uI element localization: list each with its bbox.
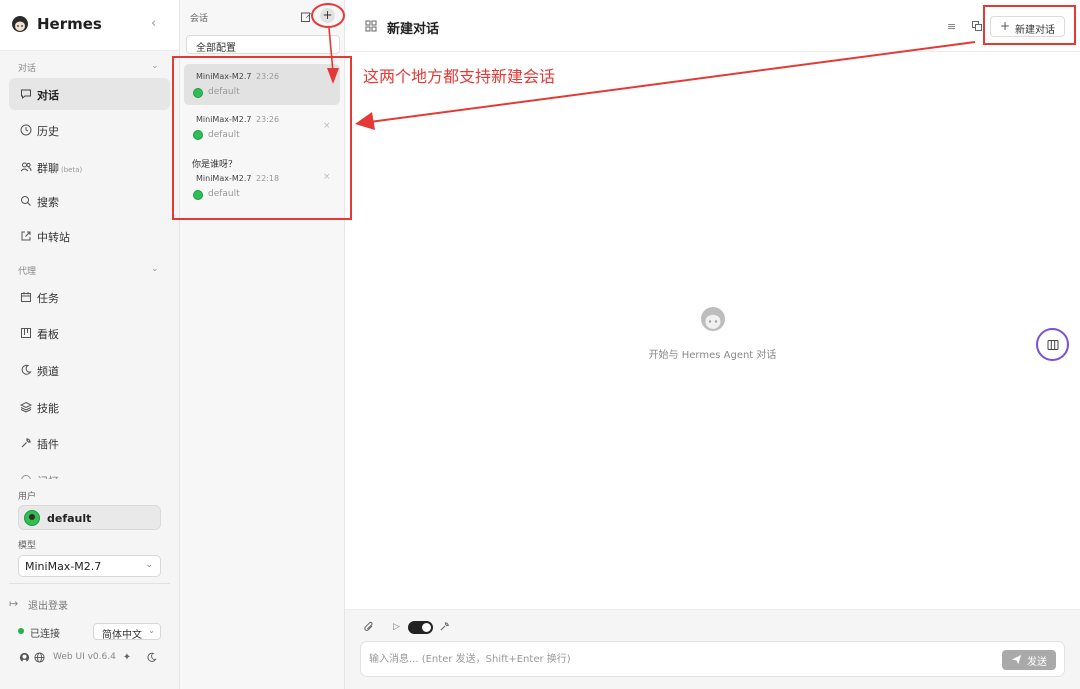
sidebar-item-label: 看板	[37, 328, 59, 341]
sidebar-item-chat[interactable]: 对话	[9, 78, 170, 110]
sidebar-item-label: 插件	[37, 438, 59, 451]
chat-bubble-icon	[19, 87, 33, 101]
version-label: Web UI v0.6.4	[53, 652, 116, 662]
search-icon	[19, 194, 33, 208]
brand-title: Hermes	[37, 15, 102, 33]
message-input-box: 发送	[360, 641, 1065, 677]
sidebar-item-skills[interactable]: 技能	[9, 391, 170, 423]
section-label-chat: 对话	[18, 64, 37, 74]
calendar-icon	[19, 290, 33, 304]
copy-icon[interactable]	[971, 20, 983, 32]
sidebar-item-label-wrap: 群聊 (beta)	[37, 160, 82, 176]
moon-icon	[19, 363, 33, 377]
language-select-value: 简体中文	[102, 630, 142, 641]
sessions-title: 会话	[190, 14, 209, 24]
beta-tag: (beta)	[61, 166, 83, 174]
annotation-box-session-list	[172, 56, 352, 220]
profile-filter-value: 全部配置	[196, 43, 236, 54]
kanban-icon	[19, 326, 33, 340]
divider	[9, 583, 170, 584]
users-icon	[19, 160, 33, 174]
annotation-text: 这两个地方都支持新建会话	[363, 67, 556, 86]
sidebar-item-channels[interactable]: 频道	[9, 354, 170, 386]
play-icon[interactable]: ▷	[393, 622, 400, 632]
sidebar-item-history[interactable]: 历史	[9, 114, 170, 146]
sidebar-item-label: 任务	[37, 292, 59, 305]
sidebar-item-label: 中转站	[37, 231, 70, 244]
sidebar: Hermes ‹ 对话 ⌄ 对话 历史 群聊 (beta) 搜索 中转站 代理 ⌄	[0, 0, 180, 689]
sparkle-icon[interactable]: ✦	[121, 651, 133, 663]
paperclip-icon[interactable]	[363, 621, 375, 633]
grid-icon[interactable]	[365, 20, 377, 32]
logout-icon: ↦	[9, 597, 19, 610]
sidebar-item-label: 搜索	[37, 196, 59, 209]
clock-icon	[19, 123, 33, 137]
annotation-circle	[311, 3, 345, 28]
language-select[interactable]: 简体中文 ⌄	[93, 623, 161, 641]
sidebar-item-search[interactable]: 搜索	[9, 185, 170, 217]
hermes-logo-icon	[701, 307, 725, 331]
user-section-label: 用户	[18, 492, 37, 502]
sidebar-item-label: 对话	[37, 89, 59, 102]
chevron-down-icon: ⌄	[148, 626, 155, 635]
dark-mode-icon[interactable]	[145, 651, 157, 663]
composer: ▷ 发送	[345, 609, 1080, 689]
model-select[interactable]: MiniMax-M2.7 ⌄	[18, 555, 161, 577]
sidebar-item-label: 技能	[37, 402, 59, 415]
send-icon	[1011, 654, 1022, 665]
layers-icon	[19, 400, 33, 414]
chat-header: 新建对话 ≡ + 新建对话	[345, 0, 1080, 52]
logout-label: 退出登录	[28, 601, 68, 612]
hermes-logo-icon	[12, 16, 28, 32]
send-label: 发送	[1027, 657, 1047, 668]
chevron-down-icon[interactable]: ⌄	[151, 264, 159, 274]
page-title: 新建对话	[387, 22, 440, 37]
sidebar-item-group-chat[interactable]: 群聊 (beta)	[9, 151, 170, 183]
memory-icon	[19, 473, 33, 479]
sidebar-item-label: 记忆	[37, 473, 59, 479]
wrench-icon[interactable]	[439, 621, 450, 632]
globe-icon[interactable]	[33, 651, 45, 663]
github-icon[interactable]	[18, 651, 30, 663]
side-panel-toggle-button[interactable]	[1036, 328, 1069, 361]
send-button[interactable]: 发送	[1002, 650, 1056, 670]
sidebar-item-plugins[interactable]: 插件	[9, 427, 170, 459]
external-link-icon	[19, 229, 33, 243]
avatar	[24, 510, 40, 526]
section-label-agent: 代理	[18, 267, 37, 277]
model-select-value: MiniMax-M2.7	[25, 560, 102, 573]
chevron-down-icon: ⌄	[145, 560, 153, 570]
chat-main: 新建对话 ≡ + 新建对话 开始与 Hermes Agent 对话 ▷ 输入消息…	[345, 0, 1080, 689]
connection-status-dot	[18, 628, 24, 634]
user-profile-chip[interactable]: default	[18, 505, 161, 530]
sidebar-item-label: 群聊	[37, 162, 59, 175]
sidebar-item-tasks[interactable]: 任务	[9, 281, 170, 313]
user-name: default	[47, 512, 92, 525]
wrench-icon	[19, 436, 33, 450]
model-section-label: 模型	[18, 541, 37, 551]
sidebar-item-kanban[interactable]: 看板	[9, 317, 170, 349]
columns-icon	[1047, 340, 1059, 350]
sidebar-item-memory[interactable]: 记忆	[9, 464, 170, 479]
collapse-sidebar-button[interactable]: ‹	[151, 16, 156, 31]
message-input[interactable]	[369, 651, 989, 667]
menu-icon[interactable]: ≡	[947, 20, 956, 33]
sidebar-item-label: 历史	[37, 125, 59, 138]
annotation-box-new-chat	[983, 5, 1076, 45]
empty-state-text: 开始与 Hermes Agent 对话	[648, 350, 777, 361]
sidebar-item-relay[interactable]: 中转站	[9, 220, 170, 252]
brand-header: Hermes ‹	[0, 0, 179, 51]
streaming-toggle[interactable]	[408, 621, 433, 634]
profile-filter-select[interactable]: 全部配置	[186, 35, 340, 54]
connection-status: 已连接	[30, 629, 60, 640]
sidebar-item-label: 频道	[37, 365, 59, 378]
chevron-down-icon[interactable]: ⌄	[151, 61, 159, 71]
sidebar-footer: Web UI v0.6.4 ✦	[18, 651, 168, 665]
